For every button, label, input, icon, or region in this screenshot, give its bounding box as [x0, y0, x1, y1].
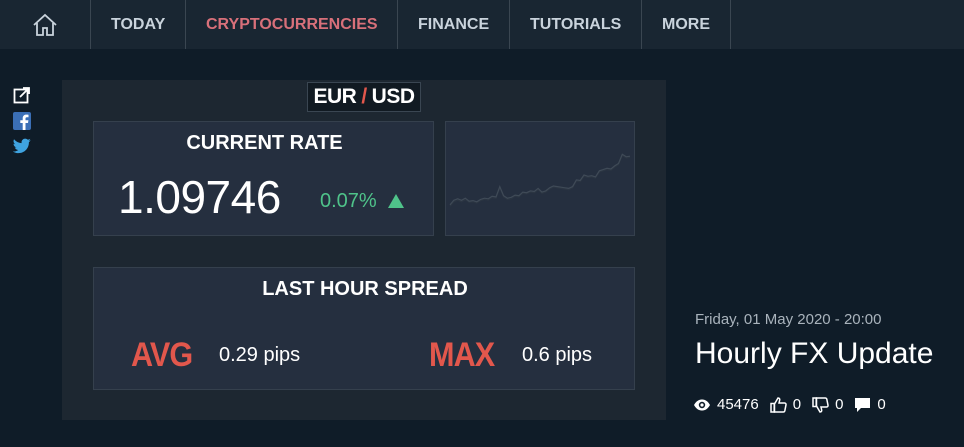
home-button[interactable]	[0, 0, 91, 49]
pair-quote: USD	[371, 85, 415, 108]
facebook-icon[interactable]	[13, 112, 31, 130]
currency-pair-badge: EUR / USD	[307, 82, 421, 112]
thumbs-up-icon	[769, 396, 787, 413]
current-rate-value: 1.09746	[118, 171, 281, 223]
eye-icon	[694, 399, 710, 410]
likes-count: 0	[792, 396, 802, 413]
twitter-icon[interactable]	[13, 138, 31, 154]
max-label: MAX	[429, 336, 495, 374]
post-stats: 45476 0 0 0	[693, 396, 897, 413]
nav-item-tutorials[interactable]: TUTORIALS	[510, 0, 642, 49]
social-share-bar	[12, 86, 32, 154]
up-arrow-icon	[388, 194, 405, 208]
home-icon	[33, 13, 57, 36]
nav-item-finance[interactable]: FINANCE	[398, 0, 510, 49]
rate-sparkline	[449, 153, 631, 207]
sparkline-line	[449, 153, 631, 206]
external-link-icon[interactable]	[13, 86, 31, 104]
spread-title: LAST HOUR SPREAD	[262, 278, 468, 300]
avg-value: 0.29 pips	[219, 344, 301, 366]
current-rate-panel: CURRENT RATE 1.09746 0.07%	[93, 121, 434, 236]
comments-stat[interactable]: 0	[854, 396, 886, 413]
fx-rate-card: EUR / USD CURRENT RATE 1.09746 0.07% LAST …	[62, 80, 666, 420]
like-stat[interactable]: 0	[769, 396, 802, 413]
top-nav: TODAY CRYPTOCURRENCIES FINANCE TUTORIALS…	[0, 0, 964, 49]
pair-base: EUR	[313, 85, 357, 108]
pair-separator: /	[361, 85, 367, 108]
last-hour-spread-panel: LAST HOUR SPREAD AVG 0.29 pips MAX 0.6 p…	[93, 267, 635, 390]
dislike-stat[interactable]: 0	[812, 396, 843, 413]
post-title[interactable]: Hourly FX Update	[695, 337, 933, 371]
avg-label: AVG	[131, 336, 193, 374]
views-stat: 45476	[693, 396, 759, 413]
nav-item-today[interactable]: TODAY	[91, 0, 186, 49]
nav-item-more[interactable]: MORE	[642, 0, 731, 49]
rate-change-percent: 0.07%	[320, 190, 377, 212]
views-count: 45476	[717, 396, 759, 413]
max-value: 0.6 pips	[522, 344, 593, 366]
post-date: Friday, 01 May 2020 - 20:00	[695, 311, 882, 328]
comment-icon	[855, 397, 871, 412]
rate-sparkline-panel	[445, 121, 635, 236]
rate-change: 0.07%	[320, 190, 405, 213]
current-rate-title: CURRENT RATE	[186, 132, 343, 154]
dislikes-count: 0	[835, 396, 844, 413]
comments-count: 0	[877, 396, 886, 413]
thumbs-down-icon	[812, 396, 829, 413]
nav-item-cryptocurrencies[interactable]: CRYPTOCURRENCIES	[186, 0, 398, 49]
sparkline-shadow	[449, 154, 631, 207]
